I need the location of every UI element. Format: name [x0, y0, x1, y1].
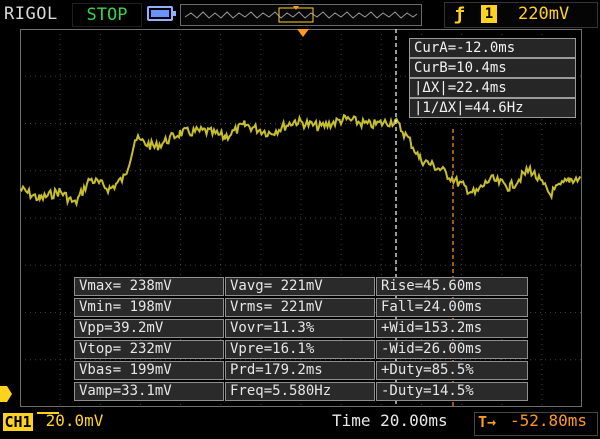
- measurement-cell: -Duty=14.5%: [376, 382, 528, 401]
- cursor-delta-x-readout: |ΔX|=22.4ms: [409, 78, 576, 98]
- measurement-cell: -Wid=26.00ms: [376, 340, 528, 359]
- run-stop-indicator[interactable]: STOP: [72, 3, 142, 27]
- measurement-cell: Fall=24.00ms: [376, 298, 528, 317]
- measurement-cell: Vpre=16.1%: [225, 340, 375, 359]
- trigger-position-value: -52.80ms: [510, 411, 588, 430]
- measurement-cell: Freq=5.580Hz: [225, 382, 375, 401]
- measurement-cell: Vovr=11.3%: [225, 319, 375, 338]
- measurement-cell: Prd=179.2ms: [225, 361, 375, 380]
- measurement-cell: Vtop= 232mV: [74, 340, 224, 359]
- ch1-offset-marker[interactable]: [0, 386, 12, 402]
- trigger-offset-icon: T→: [478, 413, 497, 431]
- brand-logo: RIGOL: [4, 4, 58, 24]
- measurement-cell: Vrms= 221mV: [225, 298, 375, 317]
- measurement-table: Vmax= 238mV Vavg= 221mV Rise=45.60ms Vmin= …: [74, 277, 529, 403]
- measurement-cell: Vbas= 199mV: [74, 361, 224, 380]
- measurement-cell: Vavg= 221mV: [225, 277, 375, 296]
- waveform-memory-overview[interactable]: [180, 4, 422, 26]
- dc-coupling-icon: [37, 412, 59, 417]
- trigger-level: 220mV: [518, 4, 570, 24]
- battery-icon: [147, 6, 176, 21]
- cursor-a-readout: CurA=-12.0ms: [409, 38, 576, 58]
- timebase-scale[interactable]: Time 20.00ms: [332, 411, 448, 430]
- measurement-cell: Vmin= 198mV: [74, 298, 224, 317]
- measurement-cell: +Duty=85.5%: [376, 361, 528, 380]
- measurement-cell: Rise=45.60ms: [376, 277, 528, 296]
- cursor-b-readout: CurB=10.4ms: [409, 58, 576, 78]
- measurement-cell: Vmax= 238mV: [74, 277, 224, 296]
- cursor-inverse-delta-readout: |1/ΔX|=44.6Hz: [409, 98, 576, 118]
- measurement-cell: +Wid=153.2ms: [376, 319, 528, 338]
- rising-edge-icon: ƒ: [454, 4, 465, 25]
- trigger-position-marker: [297, 29, 309, 37]
- trigger-channel-badge: 1: [481, 5, 497, 23]
- measurement-cell: Vamp=33.1mV: [74, 382, 224, 401]
- ch1-waveform-trace: [20, 113, 582, 208]
- measurement-cell: Vpp=39.2mV: [74, 319, 224, 338]
- ch1-label[interactable]: CH1: [3, 413, 33, 431]
